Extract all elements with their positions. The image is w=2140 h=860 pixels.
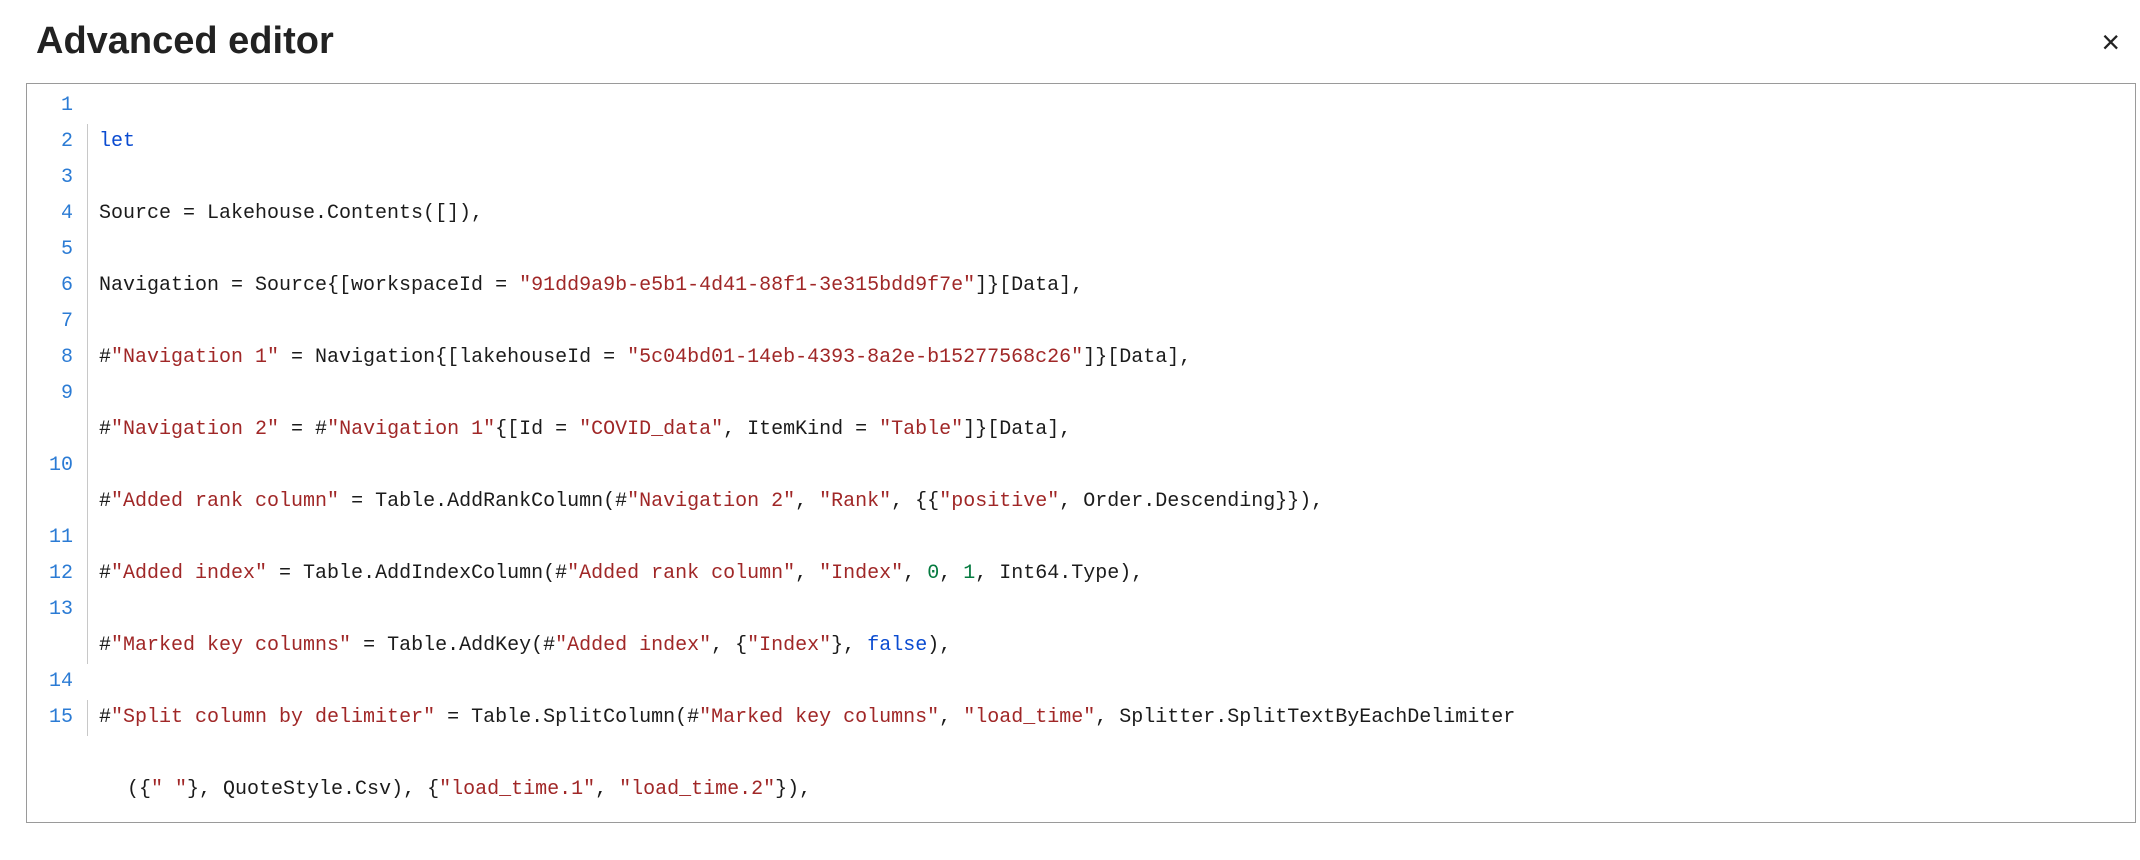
page-title: Advanced editor bbox=[36, 20, 334, 63]
indent-guide bbox=[85, 84, 99, 823]
line-number: 12 bbox=[27, 556, 73, 592]
line-number: 14 bbox=[27, 664, 73, 700]
code-line[interactable]: Navigation = Source{[workspaceId = "91dd… bbox=[99, 268, 1515, 304]
line-number: 1 bbox=[27, 88, 73, 124]
line-number: 7 bbox=[27, 304, 73, 340]
line-number bbox=[27, 484, 73, 520]
line-number-gutter: 123456789101112131415 bbox=[27, 84, 85, 823]
line-number bbox=[27, 412, 73, 448]
code-line[interactable]: #"Added index" = Table.AddIndexColumn(#"… bbox=[99, 556, 1515, 592]
line-number: 9 bbox=[27, 376, 73, 412]
code-area[interactable]: let Source = Lakehouse.Contents([]), Nav… bbox=[99, 84, 1515, 823]
code-line[interactable]: #"Navigation 1" = Navigation{[lakehouseI… bbox=[99, 340, 1515, 376]
close-icon[interactable]: × bbox=[2097, 22, 2124, 62]
line-number: 2 bbox=[27, 124, 73, 160]
line-number bbox=[27, 628, 73, 664]
code-line[interactable]: #"Marked key columns" = Table.AddKey(#"A… bbox=[99, 628, 1515, 664]
code-line[interactable]: ({" "}, QuoteStyle.Csv), {"load_time.1",… bbox=[99, 772, 1515, 808]
line-number: 4 bbox=[27, 196, 73, 232]
line-number: 15 bbox=[27, 700, 73, 736]
advanced-editor[interactable]: 123456789101112131415 let Source = Lakeh… bbox=[26, 83, 2136, 823]
header-bar: Advanced editor × bbox=[0, 0, 2140, 73]
code-line[interactable]: #"Added rank column" = Table.AddRankColu… bbox=[99, 484, 1515, 520]
line-number: 6 bbox=[27, 268, 73, 304]
line-number: 8 bbox=[27, 340, 73, 376]
line-number: 10 bbox=[27, 448, 73, 484]
line-number: 3 bbox=[27, 160, 73, 196]
line-number: 5 bbox=[27, 232, 73, 268]
code-line[interactable]: Source = Lakehouse.Contents([]), bbox=[99, 196, 1515, 232]
code-line[interactable]: #"Split column by delimiter" = Table.Spl… bbox=[99, 700, 1515, 736]
line-number: 11 bbox=[27, 520, 73, 556]
code-line[interactable]: let bbox=[99, 124, 1515, 160]
code-line[interactable]: #"Navigation 2" = #"Navigation 1"{[Id = … bbox=[99, 412, 1515, 448]
line-number: 13 bbox=[27, 592, 73, 628]
